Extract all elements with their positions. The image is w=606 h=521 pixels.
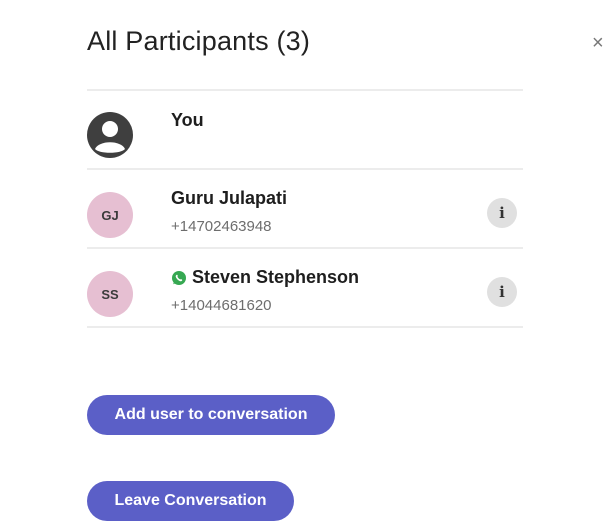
participant-name: Guru Julapati (171, 188, 288, 208)
leave-conversation-button[interactable]: Leave Conversation (87, 481, 294, 521)
participant-phone: +14702463948 (171, 218, 272, 235)
participant-row-you: You (87, 91, 523, 170)
close-icon[interactable]: × (592, 33, 606, 53)
participant-row: SS Steven Stephenson +14044681620 i (87, 249, 523, 328)
participant-phone: +14044681620 (171, 297, 272, 314)
participant-name: Steven Stephenson (171, 267, 359, 288)
avatar: GJ (87, 192, 133, 238)
avatar: SS (87, 271, 133, 317)
whatsapp-icon (172, 270, 186, 285)
info-icon[interactable]: i (487, 277, 517, 307)
participant-row: GJ Guru Julapati +14702463948 i (87, 170, 523, 249)
info-icon[interactable]: i (487, 198, 517, 228)
dialog-title: All Participants (3) (87, 26, 311, 56)
add-user-button[interactable]: Add user to conversation (87, 395, 335, 435)
person-icon (87, 112, 133, 158)
participant-list: You GJ Guru Julapati +14702463948 i SS S… (87, 89, 523, 328)
participant-name: You (171, 110, 204, 130)
